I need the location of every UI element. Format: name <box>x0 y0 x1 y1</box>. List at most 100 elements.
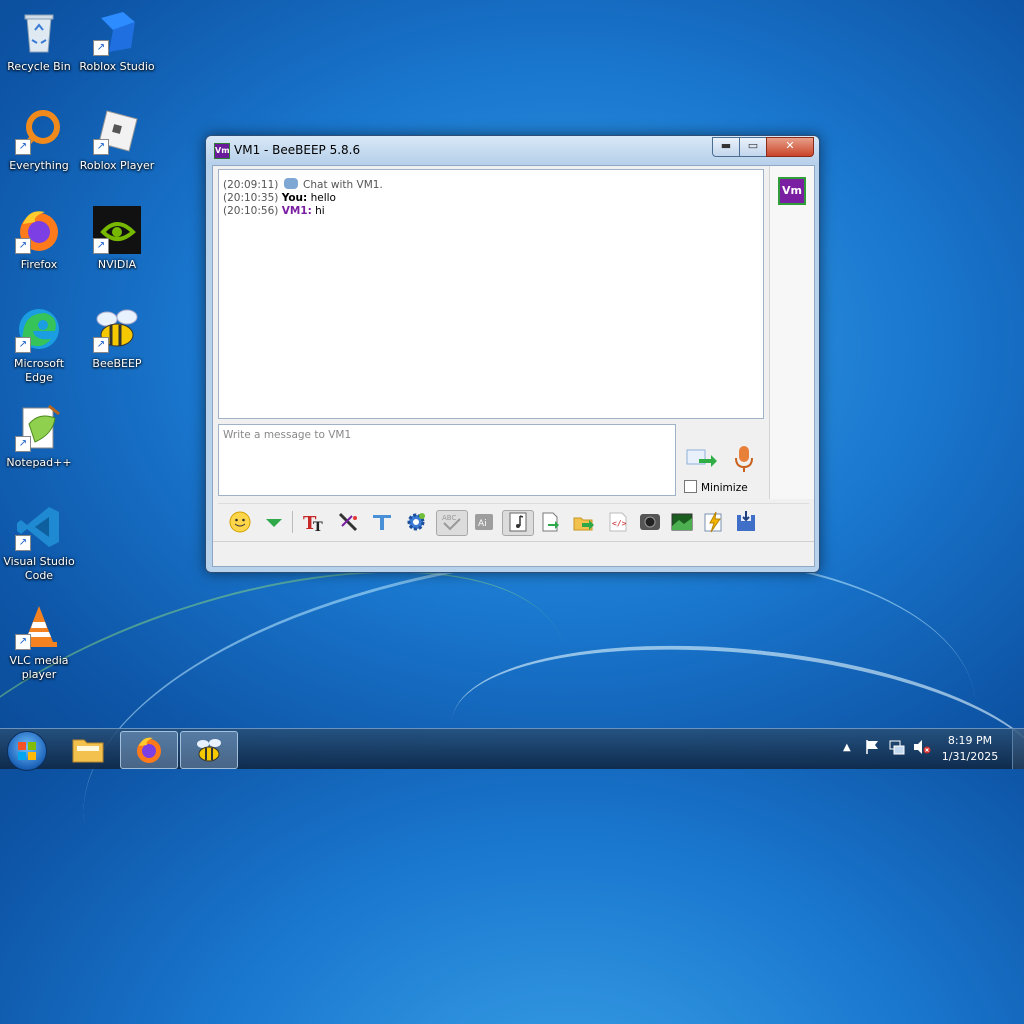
smiley-icon[interactable] <box>228 510 252 534</box>
close-button[interactable]: ✕ <box>766 137 814 157</box>
svg-text:ABC: ABC <box>442 514 456 522</box>
nvidia-icon: ↗ <box>93 206 141 254</box>
desktop-icon-beebeep[interactable]: ↗ BeeBEEP <box>78 305 156 371</box>
maximize-button[interactable]: ▭ <box>739 137 767 157</box>
volume-muted-icon[interactable] <box>913 739 931 759</box>
desktop-icon-label: Firefox <box>20 258 58 271</box>
camera-icon[interactable] <box>638 510 662 534</box>
action-center-flag-icon[interactable] <box>864 739 880 759</box>
desktop-icon-label: Notepad++ <box>6 456 72 469</box>
roblox-player-icon: ↗ <box>93 107 141 155</box>
taskbar-file-explorer[interactable] <box>60 731 116 767</box>
clock-date: 1/31/2025 <box>941 750 999 763</box>
vm1-avatar[interactable]: Vm <box>778 177 806 205</box>
desktop-icon-label: NVIDIA <box>97 258 137 271</box>
everything-icon: ↗ <box>15 107 63 155</box>
show-desktop-button[interactable] <box>1012 729 1024 769</box>
desktop-icon-label: Everything <box>9 159 69 172</box>
send-file-icon[interactable] <box>538 510 562 534</box>
roblox-studio-icon: ↗ <box>93 8 141 56</box>
show-hidden-icons-chevron-icon[interactable]: ▲ <box>843 742 851 753</box>
ai-icon[interactable]: Ai <box>472 510 496 534</box>
title-bar[interactable]: Vm VM1 - BeeBEEP 5.8.6 ▬ ▭ ✕ <box>206 136 819 164</box>
chat-log[interactable]: (20:09:11) Chat with VM1. (20:10:35) You… <box>218 169 764 419</box>
shortcut-arrow-icon: ↗ <box>93 139 109 155</box>
desktop-icon-recycle-bin[interactable]: Recycle Bin <box>0 8 78 74</box>
network-icon[interactable] <box>889 739 905 759</box>
notepad-plus-plus-icon: ↗ <box>15 404 63 452</box>
shortcut-arrow-icon: ↗ <box>15 634 31 650</box>
desktop-icon-microsoft-edge[interactable]: ↗ Microsoft Edge <box>0 305 78 385</box>
desktop-icon-firefox[interactable]: ↗ Firefox <box>0 206 78 272</box>
chat-message: (20:10:56) VM1: hi <box>223 205 325 217</box>
shortcut-arrow-icon: ↗ <box>15 337 31 353</box>
desktop-icon-label: Recycle Bin <box>7 60 71 73</box>
music-note-icon[interactable] <box>502 510 534 536</box>
font-icon[interactable]: TT <box>302 510 326 535</box>
minimize-checkbox[interactable]: Minimize <box>684 480 748 494</box>
desktop-icon-label: VLC media player <box>9 654 69 681</box>
taskbar-firefox[interactable] <box>120 731 178 769</box>
desktop-icon-label: BeeBEEP <box>92 357 142 370</box>
desktop-icon-vlc[interactable]: ↗ VLC media player <box>0 602 78 682</box>
status-bar <box>213 541 814 566</box>
minimize-label: Minimize <box>701 482 748 494</box>
code-icon[interactable]: </> <box>606 510 630 534</box>
vm-app-icon: Vm <box>214 143 230 159</box>
recycle-bin-icon <box>15 8 63 56</box>
shortcut-arrow-icon: ↗ <box>15 535 31 551</box>
shortcut-arrow-icon: ↗ <box>15 436 31 452</box>
desktop-icon-notepad-plus-plus[interactable]: ↗ Notepad++ <box>0 404 78 470</box>
taskbar-beebeep[interactable] <box>180 731 238 769</box>
minimize-button[interactable]: ▬ <box>712 137 740 157</box>
screenshot-icon[interactable] <box>670 510 694 534</box>
window-client-area: (20:09:11) Chat with VM1. (20:10:35) You… <box>212 165 815 567</box>
chat-message: (20:10:35) You: hello <box>223 192 336 204</box>
send-icon[interactable] <box>685 446 717 472</box>
message-input[interactable] <box>218 424 676 496</box>
firefox-icon: ↗ <box>15 206 63 254</box>
start-button[interactable] <box>7 731 47 771</box>
bee-icon <box>197 739 221 762</box>
members-pane: Vm <box>769 166 814 499</box>
chat-system-line: (20:09:11) Chat with VM1. <box>223 178 383 191</box>
desktop-icon-roblox-studio[interactable]: ↗ Roblox Studio <box>78 8 156 74</box>
chat-toolbar: TT ABC Ai </> <box>218 503 809 538</box>
svg-text:T: T <box>313 520 323 534</box>
svg-text:</>: </> <box>612 519 627 528</box>
taskbar: ▲ 8:19 PM 1/31/2025 <box>0 728 1024 771</box>
checkbox-box[interactable] <box>684 480 697 493</box>
edge-icon: ↗ <box>15 305 63 353</box>
lightning-icon[interactable] <box>702 510 726 534</box>
windows-logo-icon <box>18 742 36 760</box>
shortcut-arrow-icon: ↗ <box>15 139 31 155</box>
desktop-icon-everything[interactable]: ↗ Everything <box>0 107 78 173</box>
color-pencil-icon[interactable] <box>336 510 360 534</box>
svg-text:Ai: Ai <box>478 519 487 529</box>
desktop-icon-label: Roblox Studio <box>79 60 155 73</box>
filter-icon[interactable] <box>370 510 394 534</box>
toolbar-separator <box>292 511 293 533</box>
vscode-icon: ↗ <box>15 503 63 551</box>
chat-window: Vm VM1 - BeeBEEP 5.8.6 ▬ ▭ ✕ (20:09:11) … <box>205 135 820 573</box>
desktop-icon-nvidia[interactable]: ↗ NVIDIA <box>78 206 156 272</box>
spellcheck-icon[interactable]: ABC <box>436 510 468 536</box>
folder-icon <box>72 739 104 763</box>
desktop-icon-label: Visual Studio Code <box>3 555 75 582</box>
desktop-icon-roblox-player[interactable]: ↗ Roblox Player <box>78 107 156 173</box>
desktop-icon-label: Roblox Player <box>79 159 155 172</box>
send-folder-icon[interactable] <box>572 510 596 534</box>
clock-time: 8:19 PM <box>947 734 993 747</box>
bee-icon: ↗ <box>93 305 141 353</box>
system-clock[interactable]: 8:19 PM 1/31/2025 <box>938 733 1002 765</box>
dropdown-arrow-icon[interactable] <box>262 510 286 534</box>
desktop-icon-vscode[interactable]: ↗ Visual Studio Code <box>0 503 78 583</box>
settings-icon[interactable] <box>404 510 428 534</box>
shortcut-arrow-icon: ↗ <box>93 337 109 353</box>
save-chat-icon[interactable] <box>734 510 758 534</box>
vlc-cone-icon: ↗ <box>15 602 63 650</box>
shortcut-arrow-icon: ↗ <box>93 40 109 56</box>
microphone-icon[interactable] <box>733 444 755 474</box>
desktop-icon-label: Microsoft Edge <box>13 357 65 384</box>
chat-bubble-icon <box>283 178 298 189</box>
